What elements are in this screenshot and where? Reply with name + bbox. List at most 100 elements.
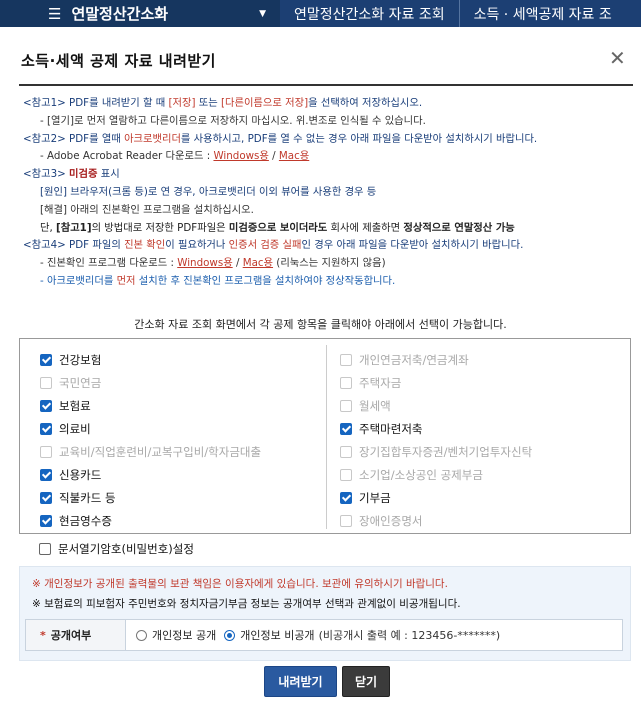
close-icon[interactable]: ✕ xyxy=(609,46,626,70)
checkbox-square[interactable] xyxy=(40,492,52,504)
checkbox-square[interactable] xyxy=(39,543,51,555)
checkbox-label: 개인연금저축/연금계좌 xyxy=(359,353,469,367)
note-3: <참고3> 미검증 표시 xyxy=(23,166,635,184)
checkbox-square[interactable] xyxy=(40,354,52,366)
checkbox-square[interactable] xyxy=(340,423,352,435)
checkbox-square xyxy=(340,515,352,527)
privacy-warning-2: ※ 보험료의 피보험자 주민번호와 정치자금기부금 정보는 공개여부 선택과 관… xyxy=(32,598,461,610)
verifier-windows-link[interactable]: Windows용 xyxy=(177,257,232,269)
checkbox-square xyxy=(40,377,52,389)
note-text: - 진본확인 프로그램 다운로드 : xyxy=(40,257,178,270)
note-text: - Adobe Acrobat Reader 다운로드 : xyxy=(40,150,214,163)
note-text: 인 경우 아래 파일을 다운받아 설치하시기 바랍니다. xyxy=(301,239,524,252)
breadcrumb-item-1[interactable]: 연말정산간소화 자료 조회 xyxy=(280,4,459,24)
radio-private-label: 개인정보 비공개 xyxy=(240,629,315,642)
left-checkbox-2[interactable]: 보험료 xyxy=(40,398,91,414)
left-checkbox-3[interactable]: 의료비 xyxy=(40,421,91,437)
checkbox-label: 교육비/직업훈련비/교복구입비/학자금대출 xyxy=(59,445,262,459)
download-button[interactable]: 내려받기 xyxy=(264,666,337,697)
note-tag: <참고3> xyxy=(23,168,66,181)
disclosure-options: 개인정보 공개 개인정보 비공개 (비공개시 출력 예 : 123456-***… xyxy=(126,620,508,650)
note-2-sub: - Adobe Acrobat Reader 다운로드 : Windows용 /… xyxy=(23,148,635,166)
note-text: PDF 파일의 xyxy=(65,239,125,252)
note-3-cause: [원인] 브라우저(크롬 등)로 연 경우, 아크로뱃리더 이외 뷰어를 사용한… xyxy=(40,185,377,198)
note-text: - 아크로뱃리더를 xyxy=(40,274,117,287)
checkbox-label: 현금영수증 xyxy=(59,514,112,528)
note-tag: <참고4> xyxy=(23,239,66,252)
main-menu-dropdown[interactable]: ☰ 연말정산간소화 ▼ xyxy=(0,0,280,27)
privacy-warning-1: ※ 개인정보가 공개된 출력물의 보관 책임은 이용자에게 있습니다. 보관에 … xyxy=(32,578,448,590)
password-checkbox[interactable]: 문서열기암호(비밀번호)설정 xyxy=(39,541,194,557)
note-text: PDF를 열때 xyxy=(65,132,125,145)
note-highlight: [다른이름으로 저장] xyxy=(221,97,309,109)
note-highlight: 진본 확인 xyxy=(124,239,166,252)
checkbox-square[interactable] xyxy=(340,492,352,504)
acrobat-windows-link[interactable]: Windows용 xyxy=(213,150,268,162)
disclosure-row: * 공개여부 개인정보 공개 개인정보 비공개 (비공개시 출력 예 : 123… xyxy=(25,619,623,651)
disclosure-label-text: 공개여부 xyxy=(50,629,92,642)
checkbox-label: 기부금 xyxy=(359,491,391,505)
acrobat-mac-link[interactable]: Mac용 xyxy=(279,150,309,162)
checkbox-label: 직불카드 등 xyxy=(59,491,116,505)
left-checkbox-0[interactable]: 건강보험 xyxy=(40,352,101,368)
checkbox-square[interactable] xyxy=(40,515,52,527)
checkbox-label: 의료비 xyxy=(59,422,91,436)
note-text: 또는 xyxy=(195,97,221,109)
checkbox-square xyxy=(340,469,352,481)
left-checkbox-7[interactable]: 현금영수증 xyxy=(40,513,112,529)
note-tag: <참고1> xyxy=(23,97,66,109)
checkbox-label: 장기집합투자증권/벤처기업투자신탁 xyxy=(359,445,533,459)
note-1-sub: - [열기]로 먼저 열람하고 다른이름으로 저장하지 마십시오. 위.변조로 … xyxy=(40,114,426,127)
note-highlight: 인증서 검증 실패 xyxy=(228,239,302,252)
selection-instruction: 간소화 자료 조회 화면에서 각 공제 항목을 클릭해야 아래에서 선택이 가능… xyxy=(134,318,507,331)
breadcrumb-item-2[interactable]: 소득 · 세액공제 자료 조 xyxy=(460,4,626,24)
checkbox-square xyxy=(340,446,352,458)
left-checkbox-5[interactable]: 신용카드 xyxy=(40,467,101,483)
title-divider xyxy=(19,84,633,86)
checkbox-square[interactable] xyxy=(40,469,52,481)
top-nav-bar: ☰ 연말정산간소화 ▼ 연말정산간소화 자료 조회 소득 · 세액공제 자료 조 xyxy=(0,0,641,27)
note-text: 설치한 후 진본확인 프로그램을 설치하여야 정상작동합니다. xyxy=(135,274,396,287)
note-highlight: 정상적으로 연말정산 가능 xyxy=(403,221,515,234)
note-text: 이 필요하거나 xyxy=(165,239,229,252)
note-4-sub-1: - 진본확인 프로그램 다운로드 : Windows용 / Mac용 (리눅스는… xyxy=(23,255,635,273)
right-checkbox-4: 장기집합투자증권/벤처기업투자신탁 xyxy=(340,444,532,460)
note-2: <참고2> PDF를 열때 아크로뱃리더를 사용하시고, PDF를 열 수 없는… xyxy=(23,131,635,149)
checkbox-label: 장애인증명서 xyxy=(359,514,423,528)
note-4-sub-2: - 아크로뱃리더를 먼저 설치한 후 진본확인 프로그램을 설치하여야 정상작동… xyxy=(23,273,635,291)
note-text: / xyxy=(232,257,243,270)
radio-circle[interactable] xyxy=(224,629,236,641)
password-checkbox-label: 문서열기암호(비밀번호)설정 xyxy=(58,542,194,556)
note-highlight: 아크로뱃리더 xyxy=(124,132,181,145)
checkbox-square xyxy=(340,400,352,412)
note-text: (리눅스는 지원하지 않음) xyxy=(273,257,386,270)
close-button[interactable]: 닫기 xyxy=(342,666,390,697)
left-checkbox-6[interactable]: 직불카드 등 xyxy=(40,490,116,506)
right-checkbox-1: 주택자금 xyxy=(340,375,401,391)
right-checkbox-3[interactable]: 주택마련저축 xyxy=(340,421,422,437)
required-mark: * xyxy=(40,628,46,642)
checkbox-square[interactable] xyxy=(40,400,52,412)
left-checkbox-4: 교육비/직업훈련비/교복구입비/학자금대출 xyxy=(40,444,261,460)
verifier-mac-link[interactable]: Mac용 xyxy=(243,257,273,269)
note-text: PDF를 내려받기 할 때 xyxy=(65,97,169,109)
radio-circle[interactable] xyxy=(136,629,147,641)
note-text: 를 사용하시고, PDF를 열 수 없는 경우 아래 파일을 다운받아 설치하시… xyxy=(180,132,538,145)
note-text: / xyxy=(268,150,279,163)
radio-private[interactable]: 개인정보 비공개 (비공개시 출력 예 : 123456-*******) xyxy=(224,627,500,643)
caret-down-icon[interactable]: ▼ xyxy=(259,9,266,19)
checkbox-square[interactable] xyxy=(40,423,52,435)
right-checkbox-6[interactable]: 기부금 xyxy=(340,490,391,506)
note-text: 표시 xyxy=(97,168,120,181)
checkbox-label: 건강보험 xyxy=(59,353,102,367)
note-3-fix: [해결] 아래의 진본확인 프로그램을 설치하십시오. xyxy=(40,203,254,216)
note-text: 단, xyxy=(40,221,57,234)
note-3-detail: 단, [참고1]의 방법대로 저장한 PDF파일은 미검증으로 보이더라도 회사… xyxy=(23,220,635,238)
note-highlight: [저장] xyxy=(168,97,196,109)
radio-public[interactable]: 개인정보 공개 xyxy=(136,627,216,643)
disclosure-label: * 공개여부 xyxy=(26,620,126,650)
column-divider xyxy=(326,345,327,529)
hamburger-icon[interactable]: ☰ xyxy=(48,5,61,23)
note-tag: <참고2> xyxy=(23,132,66,145)
notes-section: <참고1> PDF를 내려받기 할 때 [저장] 또는 [다른이름으로 저장]을… xyxy=(23,95,635,291)
